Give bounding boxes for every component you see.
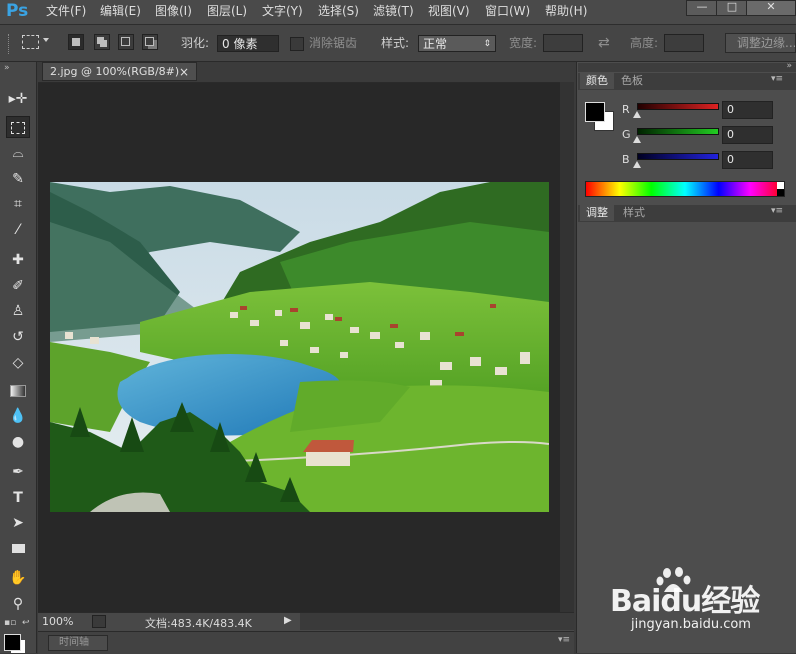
color-panel-menu-icon[interactable]: ▾≡	[771, 74, 783, 84]
history-brush-tool-icon[interactable]: ↺	[6, 326, 30, 348]
eraser-tool-icon[interactable]: ◇	[6, 352, 30, 374]
brush-tool-icon[interactable]: ✐	[6, 275, 30, 297]
hand-tool-icon[interactable]: ✋	[6, 567, 30, 589]
healing-brush-tool-icon[interactable]: ✚	[6, 249, 30, 271]
menu-file[interactable]: 文件(F)	[46, 0, 86, 24]
minimize-button[interactable]: —	[686, 0, 718, 16]
path-selection-tool-icon[interactable]: ➤	[6, 512, 30, 534]
green-slider[interactable]	[637, 128, 719, 135]
watermark-url: jingyan.baidu.com	[631, 617, 751, 632]
document-tab[interactable]: 2.jpg @ 100%(RGB/8#) ×	[42, 62, 197, 81]
red-label: R	[622, 103, 630, 116]
gradient-tool-icon[interactable]	[6, 380, 30, 402]
height-label: 高度:	[630, 36, 659, 50]
blue-slider-handle[interactable]	[633, 161, 641, 168]
red-slider[interactable]	[637, 103, 719, 110]
add-to-selection-button[interactable]	[94, 34, 110, 50]
tab-adjustments[interactable]: 调整	[580, 205, 614, 221]
menu-select[interactable]: 选择(S)	[318, 0, 359, 24]
antialias-label: 消除锯齿	[309, 36, 358, 50]
rectangular-marquee-preset-icon[interactable]	[22, 35, 39, 49]
height-input[interactable]	[664, 34, 704, 52]
collapse-dock-icon[interactable]: »	[786, 61, 792, 71]
watermark-logo-text: Baidu经验	[610, 584, 760, 619]
menu-type[interactable]: 文字(Y)	[262, 0, 303, 24]
crop-tool-icon[interactable]: ⌗	[6, 193, 30, 215]
type-tool-icon[interactable]: T	[6, 487, 30, 509]
color-spectrum-ramp[interactable]	[585, 181, 785, 197]
status-expand-arrow-icon[interactable]: ▶	[284, 615, 292, 626]
landscape-photo	[50, 182, 549, 512]
feather-input[interactable]: 0 像素	[217, 35, 279, 52]
photoshop-logo: Ps	[6, 1, 29, 21]
red-value-input[interactable]: 0	[722, 101, 773, 119]
menu-view[interactable]: 视图(V)	[428, 0, 470, 24]
menu-edit[interactable]: 编辑(E)	[100, 0, 141, 24]
antialias-checkbox[interactable]	[290, 37, 304, 51]
eyedropper-tool-icon[interactable]: ⁄	[6, 219, 30, 241]
swap-colors-icon[interactable]: ↩	[22, 618, 30, 628]
refine-edge-button[interactable]: 调整边缘...	[725, 33, 796, 53]
style-label: 样式:	[381, 36, 410, 50]
select-arrows-icon: ⇕	[483, 39, 491, 49]
blue-slider[interactable]	[637, 153, 719, 160]
blue-value-input[interactable]: 0	[722, 151, 773, 169]
move-tool-icon[interactable]: ▸✛	[6, 88, 30, 110]
preset-dropdown-icon[interactable]	[43, 38, 49, 42]
green-value-input[interactable]: 0	[722, 126, 773, 144]
document-size-info: 文档:483.4K/483.4K	[145, 617, 252, 630]
new-selection-button[interactable]	[68, 34, 84, 50]
zoom-tool-icon[interactable]: ⚲	[6, 593, 30, 615]
zoom-level[interactable]: 100%	[42, 615, 73, 628]
style-select-value: 正常	[423, 37, 448, 51]
lasso-tool-icon[interactable]: ⌓	[6, 142, 30, 164]
tab-styles[interactable]: 样式	[617, 205, 651, 221]
maximize-button[interactable]: □	[716, 0, 748, 16]
tab-color[interactable]: 颜色	[580, 73, 614, 89]
quick-selection-tool-icon[interactable]: ✎	[6, 168, 30, 190]
swap-dimensions-icon[interactable]: ⇄	[598, 35, 610, 51]
red-slider-handle[interactable]	[633, 111, 641, 118]
style-select[interactable]: 正常 ⇕	[418, 35, 496, 52]
blur-tool-icon[interactable]: 💧	[6, 405, 30, 427]
subtract-selection-button[interactable]	[118, 34, 134, 50]
timeline-tab[interactable]: 时间轴	[48, 635, 108, 651]
status-menu-icon[interactable]	[92, 615, 106, 628]
close-tab-icon[interactable]: ×	[179, 63, 189, 81]
menu-window[interactable]: 窗口(W)	[485, 0, 530, 24]
default-colors-icon[interactable]: ▪▫	[4, 618, 16, 628]
foreground-color-swatch[interactable]	[4, 634, 21, 651]
menu-image[interactable]: 图像(I)	[155, 0, 192, 24]
status-bar: 100% 文档:483.4K/483.4K ▶	[38, 612, 574, 631]
timeline-menu-icon[interactable]: ▾≡	[558, 635, 570, 645]
panel-foreground-swatch[interactable]	[585, 102, 605, 122]
options-grip	[8, 34, 11, 54]
rectangle-tool-icon[interactable]	[6, 538, 30, 560]
close-window-button[interactable]: ✕	[746, 0, 796, 16]
pen-tool-icon[interactable]: ✒	[6, 461, 30, 483]
dodge-tool-icon[interactable]: ●	[6, 431, 30, 453]
vertical-scrollbar[interactable]	[560, 82, 574, 612]
image-canvas[interactable]	[50, 182, 549, 512]
intersect-selection-button[interactable]	[142, 34, 158, 50]
adjust-panel-menu-icon[interactable]: ▾≡	[771, 206, 783, 216]
collapse-panel-icon[interactable]: »	[4, 63, 10, 73]
width-input[interactable]	[543, 34, 583, 52]
width-label: 宽度:	[509, 36, 538, 50]
rectangular-marquee-tool-icon[interactable]	[6, 116, 30, 138]
timeline-panel: 时间轴 ▾≡	[38, 631, 574, 654]
green-label: G	[622, 128, 631, 141]
green-slider-handle[interactable]	[633, 136, 641, 143]
feather-label: 羽化:	[181, 36, 210, 50]
menu-help[interactable]: 帮助(H)	[545, 0, 587, 24]
dock-header: »	[578, 61, 796, 72]
menu-filter[interactable]: 滤镜(T)	[373, 0, 414, 24]
document-tab-title: 2.jpg @ 100%(RGB/8#)	[50, 65, 180, 78]
blue-label: B	[622, 153, 630, 166]
menu-layer[interactable]: 图层(L)	[207, 0, 247, 24]
tab-swatches[interactable]: 色板	[615, 73, 649, 89]
horizontal-scrollbar[interactable]	[300, 613, 574, 630]
clone-stamp-tool-icon[interactable]: ♙	[6, 300, 30, 322]
